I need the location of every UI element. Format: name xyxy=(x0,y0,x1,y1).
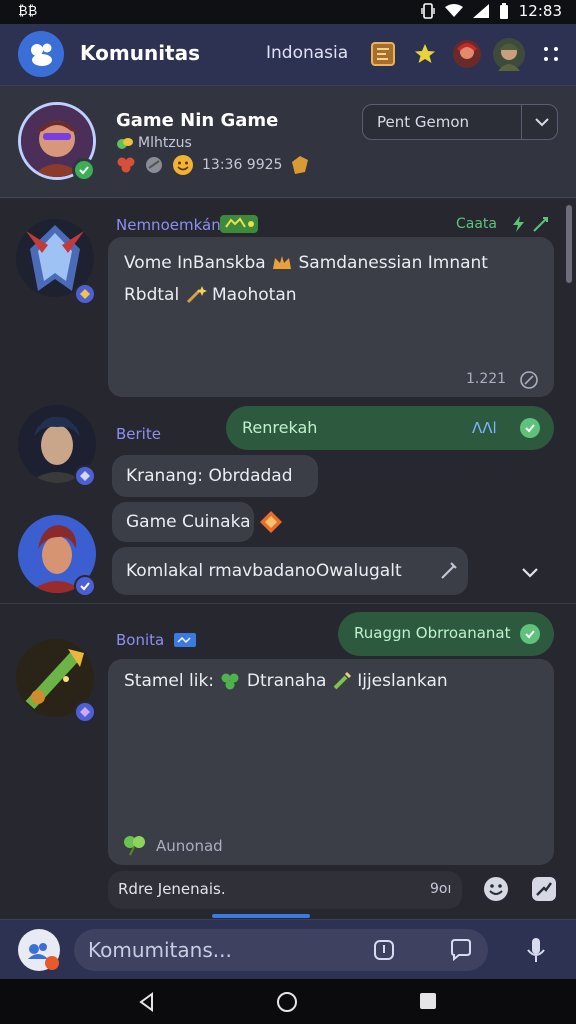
star-icon[interactable] xyxy=(408,37,442,71)
sticker-icon[interactable] xyxy=(530,875,558,903)
region-label[interactable]: Indonasia xyxy=(266,43,348,63)
inline-input-bubble[interactable]: Komlakal rmavbadanoOwalugalt xyxy=(112,547,468,595)
sparkle-wand-icon xyxy=(186,286,207,304)
message-text-line2: Rbdtal xyxy=(124,285,180,305)
flag-badge-icon xyxy=(174,633,196,647)
chat-scrollbar[interactable] xyxy=(566,205,572,283)
emoji-picker-icon[interactable] xyxy=(482,875,510,903)
bolt-icon xyxy=(513,216,524,232)
sender-name[interactable]: Nemnoemkán xyxy=(116,216,221,234)
status-time: 12:83 xyxy=(518,2,562,20)
group-subtitle: Mlhtzus xyxy=(138,135,192,151)
message-bubble[interactable]: Kranang: Obrdadad xyxy=(112,455,318,497)
profile-avatar-icon[interactable] xyxy=(492,37,526,71)
message-bubble[interactable]: Vome InBanskba Samdanessian Imnant Rbdta… xyxy=(108,237,554,397)
wifi-icon xyxy=(444,4,463,17)
level-badge-icon xyxy=(220,215,258,233)
rank-badge-icon xyxy=(74,575,96,597)
reply-chip-meta: ɅɅl xyxy=(472,419,497,437)
bottle-emoji-icon xyxy=(333,671,351,690)
chevron-down-icon[interactable] xyxy=(518,560,542,584)
recents-icon[interactable] xyxy=(418,991,438,1011)
message-bubble[interactable]: Game Cuinaka xyxy=(112,502,254,542)
compose-bar xyxy=(0,919,576,979)
community-logo-icon[interactable] xyxy=(18,31,64,77)
clover-small-icon xyxy=(124,836,145,856)
chevron-down-icon[interactable] xyxy=(531,111,553,133)
smile-emoji-icon xyxy=(173,155,193,175)
reply-preview[interactable]: Rdre Jenenais. 9oı xyxy=(108,871,462,909)
message-timestamp: 1.221 xyxy=(466,371,507,387)
reply-count: 9oı xyxy=(430,881,452,897)
message-composer[interactable] xyxy=(74,929,488,971)
clover-emoji-icon xyxy=(221,673,239,690)
diamond-emoji-icon xyxy=(260,511,282,533)
home-icon[interactable] xyxy=(276,991,298,1013)
status-left-text: ₿₿ xyxy=(18,4,38,19)
microphone-icon[interactable] xyxy=(524,936,548,966)
reply-chip[interactable]: Renrekah ɅɅl xyxy=(226,406,554,450)
app-title: Komunitas xyxy=(80,41,201,65)
message-bubble[interactable]: Stamel lik: Dtranaha Ijjeslankan Aunonad xyxy=(108,659,554,865)
attach-icon[interactable] xyxy=(372,938,396,962)
chat-bubble-icon[interactable] xyxy=(448,937,474,963)
status-bar: ₿₿ 12:83 xyxy=(0,0,576,24)
clover-icon xyxy=(117,157,135,173)
signal-icon xyxy=(472,4,489,18)
message-text-line2-cont: Maohotan xyxy=(212,285,297,305)
vibrate-icon xyxy=(421,3,435,19)
message-text-cont: Samdanessian Imnant xyxy=(298,253,488,273)
more-options-icon[interactable] xyxy=(534,37,568,71)
message-text: Vome InBanskba xyxy=(124,253,266,273)
inline-input-text: Komlakal rmavbadanoOwalugalt xyxy=(126,561,402,581)
game-filter-value: Pent Gemon xyxy=(377,113,470,131)
app-bar: Komunitas Indonasia xyxy=(0,24,576,86)
reply-chip[interactable]: Ruaggn Obrroananat xyxy=(338,612,554,656)
game-filter-select[interactable]: Pent Gemon xyxy=(362,104,558,140)
treasure-map-icon[interactable] xyxy=(366,37,400,71)
edit-icon[interactable] xyxy=(438,560,460,582)
chat-feed[interactable]: Nemnoemkán Caata Vome InBanskba Samdanes… xyxy=(0,199,576,919)
checkmark-icon xyxy=(520,418,540,438)
rank-badge-icon xyxy=(74,701,96,723)
leaf-icon xyxy=(117,138,133,149)
message-text: Game Cuinaka xyxy=(126,512,251,532)
system-nav-bar xyxy=(0,979,576,1024)
message-text-cont2: Ijjeslankan xyxy=(357,671,448,691)
reply-chip-label: Ruaggn Obrroananat xyxy=(354,624,511,642)
sender-name[interactable]: Bonita xyxy=(116,631,164,649)
message-footer: Aunonad xyxy=(156,837,223,855)
message-status: Caata xyxy=(456,216,498,232)
reply-chip-label: Renrekah xyxy=(242,418,318,437)
sender-name[interactable]: Berite xyxy=(116,425,161,443)
back-icon[interactable] xyxy=(136,991,158,1013)
reply-preview-text: Rdre Jenenais. xyxy=(118,880,226,898)
hero-avatar-icon[interactable] xyxy=(450,37,484,71)
reaction-icon[interactable] xyxy=(518,369,540,391)
rank-badge-icon xyxy=(74,283,96,305)
sword-icon xyxy=(533,217,548,232)
group-meta-time: 13:36 9925 xyxy=(202,157,283,173)
shield-badge-icon xyxy=(292,156,309,174)
message-text: Kranang: Obrdadad xyxy=(126,466,293,486)
online-status-icon xyxy=(72,158,96,182)
message-text: Stamel lik: xyxy=(124,671,215,691)
checkmark-icon xyxy=(520,624,540,644)
rock-icon xyxy=(146,157,162,173)
user-avatar[interactable] xyxy=(18,929,60,971)
crown-emoji-icon xyxy=(273,256,292,269)
battery-icon xyxy=(499,3,508,19)
message-text-cont: Dtranaha xyxy=(246,671,327,691)
drag-handle[interactable] xyxy=(212,914,310,918)
group-header: Game Nin Game Mlhtzus 13:36 9925 Pent Ge… xyxy=(0,86,576,198)
rank-badge-icon xyxy=(74,465,96,487)
message-input[interactable] xyxy=(88,935,358,965)
group-name: Game Nin Game xyxy=(116,110,279,131)
